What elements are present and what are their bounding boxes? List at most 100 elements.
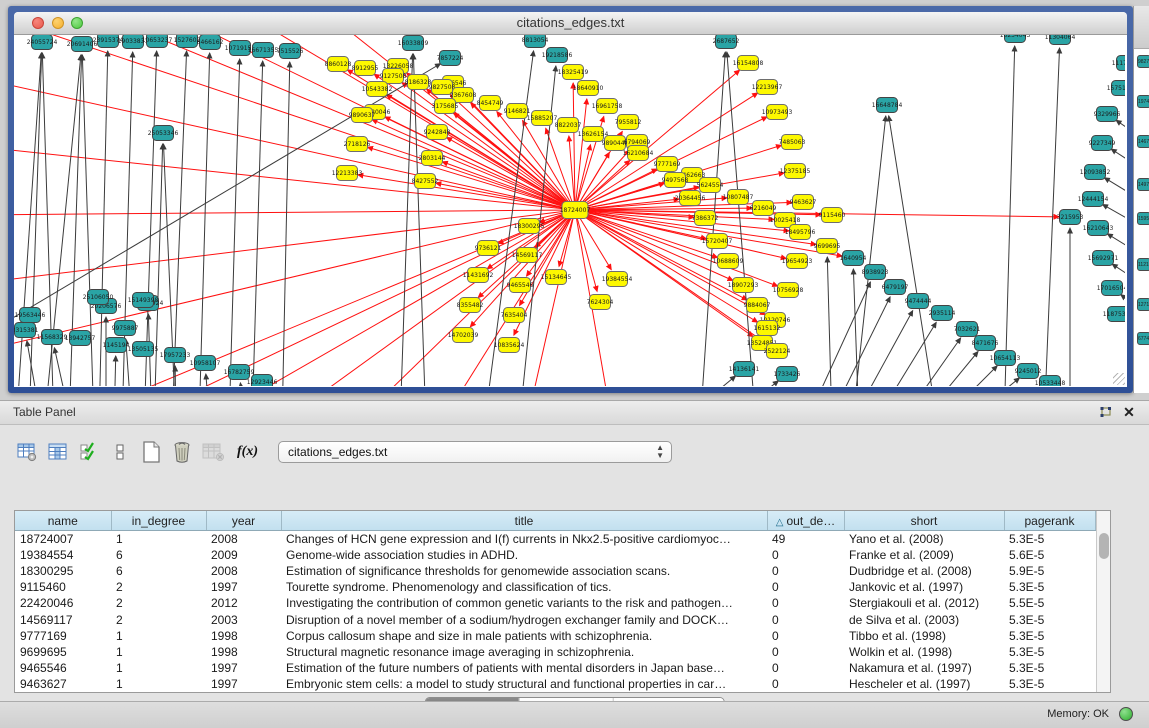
table-cell[interactable]: Embryonic stem cells: a model to study s… <box>281 676 767 692</box>
table-cell[interactable]: 2 <box>111 611 206 627</box>
table-row[interactable]: 1872400712008Changes of HCN gene express… <box>15 531 1095 548</box>
table-cell[interactable]: 9699695 <box>15 644 111 660</box>
table-row[interactable]: 1830029562008Estimation of significance … <box>15 563 1095 579</box>
table-cell[interactable]: 1 <box>111 676 206 692</box>
resize-grip-icon[interactable] <box>1113 373 1125 385</box>
table-cell[interactable]: 2009 <box>206 547 281 563</box>
table-cell[interactable]: 1998 <box>206 628 281 644</box>
column-header-title[interactable]: title <box>281 511 767 531</box>
panel-close-icon[interactable]: ✕ <box>1121 405 1137 421</box>
table-row[interactable]: 977716911998Corpus callosum shape and si… <box>15 628 1095 644</box>
table-cell[interactable]: Jankovic et al. (1997) <box>844 579 1004 595</box>
table-cell[interactable]: 5.3E-5 <box>1004 676 1095 692</box>
table-cell[interactable]: Nakamura et al. (1997) <box>844 660 1004 676</box>
table-cell[interactable]: 2008 <box>206 563 281 579</box>
table-cell[interactable]: 2012 <box>206 595 281 611</box>
table-cell[interactable]: 5.3E-5 <box>1004 611 1095 627</box>
float-window-icon[interactable] <box>1097 405 1113 421</box>
table-cell[interactable]: 0 <box>767 644 844 660</box>
graph-node[interactable]: 6774 <box>1137 332 1149 345</box>
column-header-out_de[interactable]: △out_de… <box>767 511 844 531</box>
delete-column-button[interactable] <box>169 439 195 465</box>
new-column-button[interactable] <box>138 439 164 465</box>
table-cell[interactable]: 18300295 <box>15 563 111 579</box>
table-cell[interactable]: Estimation of significance thresholds fo… <box>281 563 767 579</box>
table-cell[interactable]: 2 <box>111 595 206 611</box>
table-cell[interactable]: Stergiakouli et al. (2012) <box>844 595 1004 611</box>
table-cell[interactable]: 0 <box>767 611 844 627</box>
table-cell[interactable]: Investigating the contribution of common… <box>281 595 767 611</box>
table-cell[interactable]: Disruption of a novel member of a sodium… <box>281 611 767 627</box>
table-cell[interactable]: 2008 <box>206 531 281 548</box>
table-cell[interactable]: 2003 <box>206 611 281 627</box>
scrollbar-thumb[interactable] <box>1099 533 1109 559</box>
table-cell[interactable]: 5.3E-5 <box>1004 628 1095 644</box>
table-cell[interactable]: Wolkin et al. (1998) <box>844 644 1004 660</box>
table-cell[interactable]: 1997 <box>206 579 281 595</box>
table-row[interactable]: 911546021997Tourette syndrome. Phenomeno… <box>15 579 1095 595</box>
table-cell[interactable]: 9115460 <box>15 579 111 595</box>
table-cell[interactable]: 5.3E-5 <box>1004 531 1095 548</box>
table-cell[interactable]: Genome-wide association studies in ADHD. <box>281 547 767 563</box>
table-cell[interactable]: Corpus callosum shape and size in male p… <box>281 628 767 644</box>
graph-node[interactable]: 15958 <box>1137 212 1149 225</box>
table-cell[interactable]: 14569117 <box>15 611 111 627</box>
graph-node[interactable]: 19747 <box>1137 95 1149 108</box>
graph-node[interactable]: 11218 <box>1137 258 1149 271</box>
table-cell[interactable]: Franke et al. (2009) <box>844 547 1004 563</box>
table-cell[interactable]: 6 <box>111 563 206 579</box>
table-cell[interactable]: Structural magnetic resonance image aver… <box>281 644 767 660</box>
vertical-scrollbar[interactable] <box>1096 511 1111 692</box>
table-cell[interactable]: 1 <box>111 660 206 676</box>
table-cell[interactable]: 0 <box>767 563 844 579</box>
column-header-short[interactable]: short <box>844 511 1004 531</box>
table-cell[interactable]: 1 <box>111 628 206 644</box>
table-cell[interactable]: 18724007 <box>15 531 111 548</box>
select-all-button[interactable] <box>76 439 102 465</box>
table-row[interactable]: 2242004622012Investigating the contribut… <box>15 595 1095 611</box>
table-row[interactable]: 946554611997Estimation of the future num… <box>15 660 1095 676</box>
table-cell[interactable]: 5.6E-5 <box>1004 547 1095 563</box>
graph-node[interactable]: 12710 <box>1137 298 1149 311</box>
table-cell[interactable]: 9463627 <box>15 676 111 692</box>
network-graph[interactable]: 2405572420691406239153741903383110653237… <box>14 35 1125 386</box>
table-cell[interactable]: Tibbo et al. (1998) <box>844 628 1004 644</box>
table-cell[interactable]: Estimation of the future numbers of pati… <box>281 660 767 676</box>
column-header-pagerank[interactable]: pagerank <box>1004 511 1095 531</box>
table-row[interactable]: 946362711997Embryonic stem cells: a mode… <box>15 676 1095 692</box>
table-cell[interactable]: 0 <box>767 628 844 644</box>
table-cell[interactable]: 2 <box>111 579 206 595</box>
graph-node[interactable]: 14973 <box>1137 178 1149 191</box>
table-cell[interactable]: 49 <box>767 531 844 548</box>
show-columns-button[interactable] <box>45 439 71 465</box>
table-cell[interactable]: 1997 <box>206 676 281 692</box>
window-titlebar[interactable]: citations_edges.txt <box>14 12 1127 35</box>
table-cell[interactable]: de Silva et al. (2003) <box>844 611 1004 627</box>
table-cell[interactable]: 5.9E-5 <box>1004 563 1095 579</box>
table-cell[interactable]: Dudbridge et al. (2008) <box>844 563 1004 579</box>
table-cell[interactable]: 5.3E-5 <box>1004 644 1095 660</box>
table-selector-combobox[interactable]: citations_edges.txt ▲▼ <box>278 441 672 463</box>
table-cell[interactable]: 1998 <box>206 644 281 660</box>
column-header-in_degree[interactable]: in_degree <box>111 511 206 531</box>
table-cell[interactable]: Hescheler et al. (1997) <box>844 676 1004 692</box>
table-row[interactable]: 1938455462009Genome-wide association stu… <box>15 547 1095 563</box>
table-cell[interactable]: 5.5E-5 <box>1004 595 1095 611</box>
table-cell[interactable]: 9777169 <box>15 628 111 644</box>
unselect-all-button[interactable] <box>107 439 133 465</box>
table-cell[interactable]: Changes of HCN gene expression and I(f) … <box>281 531 767 548</box>
table-cell[interactable]: 1997 <box>206 660 281 676</box>
graph-node[interactable]: 9827 <box>1137 55 1149 68</box>
table-cell[interactable]: Yano et al. (2008) <box>844 531 1004 548</box>
function-builder-button[interactable]: f(x) <box>237 444 258 460</box>
table-cell[interactable]: 22420046 <box>15 595 111 611</box>
column-header-year[interactable]: year <box>206 511 281 531</box>
table-row[interactable]: 1456911722003Disruption of a novel membe… <box>15 611 1095 627</box>
table-cell[interactable]: 0 <box>767 579 844 595</box>
table-cell[interactable]: 0 <box>767 547 844 563</box>
table-cell[interactable]: 9465546 <box>15 660 111 676</box>
table-cell[interactable]: Tourette syndrome. Phenomenology and cla… <box>281 579 767 595</box>
network-canvas[interactable]: 2405572420691406239153741903383110653237… <box>14 35 1127 387</box>
table-cell[interactable]: 6 <box>111 547 206 563</box>
column-header-name[interactable]: name <box>15 511 111 531</box>
